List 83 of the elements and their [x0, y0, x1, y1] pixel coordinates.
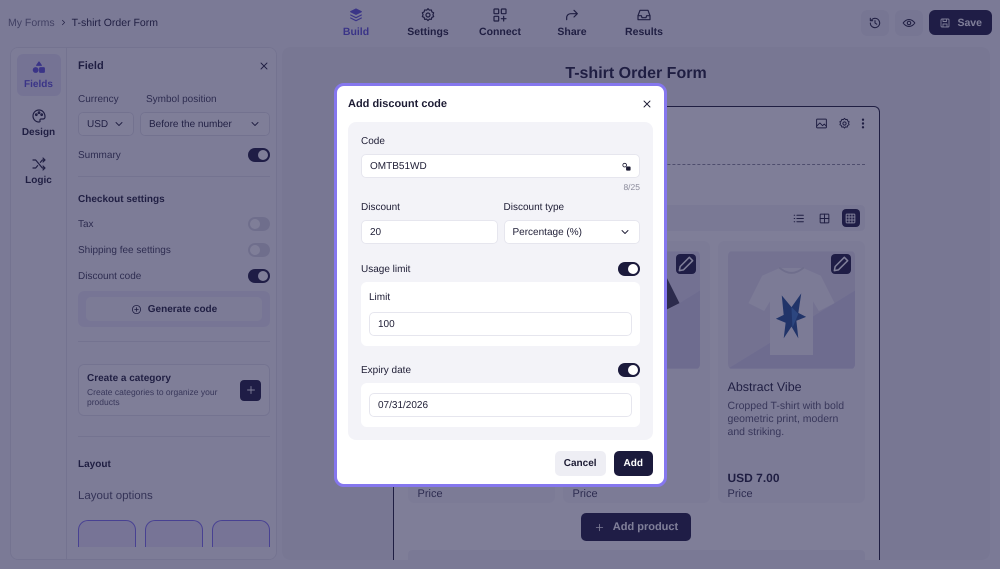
- discount-field[interactable]: 20: [361, 220, 498, 244]
- gear-icon: [420, 7, 436, 23]
- layout-option[interactable]: [78, 520, 136, 547]
- limit-field[interactable]: 100: [369, 312, 632, 336]
- code-field[interactable]: OMTB51WD: [361, 154, 640, 178]
- layers-icon: [348, 7, 364, 23]
- palette-icon: [30, 108, 46, 124]
- nav-tab[interactable]: Share: [536, 1, 608, 44]
- toggle-label: Expiry date: [361, 364, 412, 376]
- add-button[interactable]: Add: [614, 451, 653, 476]
- product-name: Abstract Vibe: [728, 380, 803, 394]
- symbol-position-dropdown[interactable]: Before the number: [140, 112, 270, 136]
- price-label: Price: [418, 488, 444, 500]
- gear-icon[interactable]: [838, 116, 850, 130]
- field-label: Currency: [78, 94, 120, 105]
- shuffle-icon: [30, 156, 46, 172]
- toggle-label: Discount code: [78, 270, 142, 282]
- field-label: Code: [361, 136, 386, 147]
- field-label: Discount: [361, 202, 401, 213]
- field-label: Limit: [369, 292, 392, 303]
- rail-tab[interactable]: Fields: [16, 54, 60, 96]
- discount-type-dropdown[interactable]: Percentage (%): [504, 220, 640, 244]
- inbox-icon: [636, 7, 652, 23]
- history-icon: [868, 16, 882, 30]
- generate-code-button[interactable]: Generate code: [86, 297, 262, 321]
- add-category-button[interactable]: [240, 380, 261, 400]
- nav-tab[interactable]: Results: [608, 1, 680, 44]
- date-field[interactable]: 07/31/2026: [369, 393, 632, 417]
- pencil-icon: [676, 254, 696, 274]
- grid-icon: [818, 212, 831, 224]
- toggle-label: Shipping fee settings: [78, 244, 171, 256]
- edit-button[interactable]: [676, 254, 696, 274]
- cancel-button[interactable]: Cancel: [554, 451, 606, 476]
- preview-button[interactable]: [895, 10, 924, 36]
- toggle-switch[interactable]: [618, 363, 640, 377]
- grid-plus-icon: [492, 7, 508, 23]
- key-icon[interactable]: [621, 160, 632, 172]
- toggle-label: Summary: [78, 150, 121, 160]
- price-label: Price: [572, 488, 599, 500]
- panel-title: Field: [78, 60, 104, 72]
- price-label: Price: [728, 488, 754, 500]
- form-title: T-shirt Order Form: [565, 65, 707, 83]
- add-product-button[interactable]: Add product: [580, 513, 692, 541]
- breadcrumb-link[interactable]: My Forms: [8, 16, 55, 28]
- toggle-switch[interactable]: [248, 148, 270, 162]
- nav-tab[interactable]: Settings: [392, 1, 464, 44]
- plus-icon: [594, 522, 605, 532]
- section-subtitle: Layout options: [78, 490, 154, 502]
- product-description: Cropped T-shirt with bold geometric print, modern and striking.: [728, 400, 846, 440]
- pencil-icon: [830, 254, 850, 274]
- more-icon[interactable]: [860, 116, 864, 130]
- field-label: Discount type: [504, 202, 566, 213]
- category-title: Create a category: [87, 373, 172, 384]
- plus-icon: [244, 384, 256, 396]
- section-title: Layout: [78, 459, 112, 470]
- view-mode-button[interactable]: [842, 209, 860, 227]
- layout-option[interactable]: [212, 520, 270, 547]
- compact-grid-icon: [844, 212, 857, 224]
- breadcrumb-current: T-shirt Order Form: [72, 16, 158, 28]
- close-icon[interactable]: [641, 98, 653, 110]
- share-icon: [564, 7, 580, 23]
- character-counter: 8/25: [622, 182, 640, 192]
- layout-option[interactable]: [145, 520, 203, 547]
- toggle-switch[interactable]: [248, 269, 270, 283]
- rail-tab[interactable]: Logic: [16, 150, 60, 192]
- edit-button[interactable]: [830, 254, 850, 274]
- rail-tab[interactable]: Design: [16, 102, 60, 144]
- toggle-label: Usage limit: [361, 264, 410, 274]
- save-button[interactable]: Save: [929, 10, 992, 35]
- field-label: Symbol position: [146, 94, 218, 105]
- section-title: Checkout settings: [78, 194, 166, 205]
- plus-circle-icon: [130, 304, 142, 314]
- modal-title: Add discount code: [348, 98, 447, 110]
- history-button[interactable]: [861, 10, 890, 36]
- shapes-icon: [30, 60, 46, 76]
- toggle-switch[interactable]: [618, 262, 640, 276]
- currency-dropdown[interactable]: USD: [78, 112, 134, 136]
- category-description: Create categories to organize your products: [87, 387, 218, 407]
- image-icon[interactable]: [814, 116, 828, 130]
- product-price: USD 7.00: [728, 471, 781, 485]
- nav-tab[interactable]: Connect: [464, 1, 536, 44]
- toggle-label: Tax: [78, 218, 94, 230]
- nav-tab[interactable]: Build: [320, 1, 392, 44]
